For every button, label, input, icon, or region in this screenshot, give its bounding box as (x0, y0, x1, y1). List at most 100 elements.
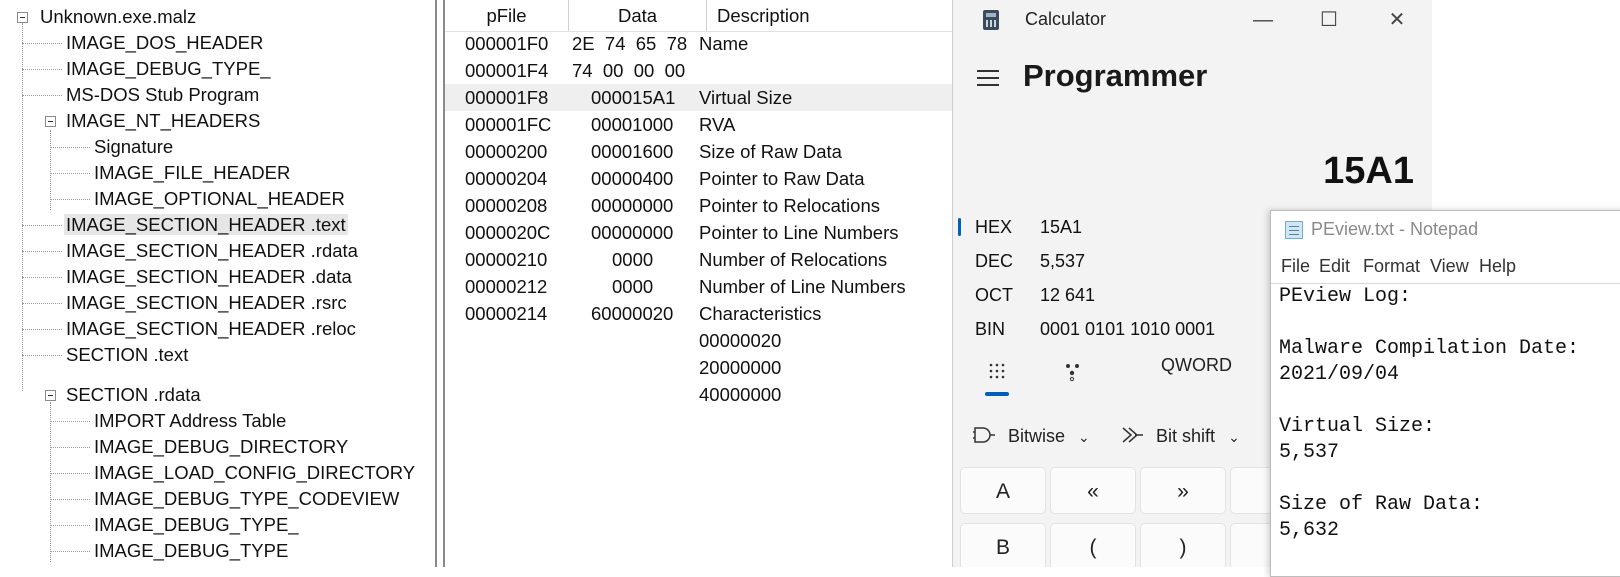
tree-guide (22, 225, 62, 226)
key-open-paren[interactable]: ( (1050, 523, 1136, 567)
pe-tree-panel[interactable]: Unknown.exe.malz IMAGE_DOS_HEADER IMAGE_… (0, 0, 437, 567)
tree-item[interactable]: IMAGE_OPTIONAL_HEADER (92, 186, 347, 212)
notepad-titlebar[interactable]: PEview.txt - Notepad (1271, 211, 1620, 249)
tree-item-label: IMAGE_SECTION_HEADER .text (64, 214, 348, 235)
column-header-description[interactable]: Description (707, 0, 953, 32)
text-line: 5,537 (1279, 441, 1340, 464)
tree-item[interactable]: IMAGE_DOS_HEADER (64, 30, 265, 56)
table-row[interactable]: 00000200 00001600 Size of Raw Data (445, 138, 953, 165)
tree-item[interactable]: SECTION .text (64, 342, 190, 368)
radix-value: 12 641 (1040, 285, 1096, 305)
menu-file[interactable]: File (1281, 251, 1310, 281)
table-row[interactable]: 000001FC 00001000 RVA (445, 111, 953, 138)
tree-item[interactable]: IMAGE_SECTION_HEADER .rsrc (64, 290, 349, 316)
text-line: 2021/09/04 (1279, 363, 1400, 386)
radix-name: OCT (975, 285, 1013, 305)
tree-item[interactable]: IMAGE_FILE_HEADER (92, 160, 292, 186)
tree-item[interactable]: IMAGE_SECTION_HEADER .rdata (64, 238, 360, 264)
key-shift-right[interactable]: » (1140, 467, 1226, 514)
table-row[interactable]: 00000208 00000000 Pointer to Relocations (445, 192, 953, 219)
maximize-button[interactable]: ☐ (1311, 6, 1347, 34)
tree-item[interactable]: IMAGE_LOAD_CONFIG_DIRECTORY (92, 460, 417, 486)
notepad-text-area[interactable]: PEview Log: Malware Compilation Date: 20… (1271, 284, 1620, 576)
collapse-toggle-rdata[interactable] (45, 390, 56, 401)
tree-item-label: IMAGE_SECTION_HEADER .rsrc (66, 292, 347, 313)
pe-detail-panel[interactable]: pFile Data Description 000001F0 2E 74 65… (443, 0, 953, 567)
table-row-selected[interactable]: 000001F8 000015A1 Virtual Size (445, 84, 953, 111)
radix-name: BIN (975, 319, 1006, 339)
tree-item[interactable]: IMAGE_SECTION_HEADER .reloc (64, 316, 358, 342)
bit-toggling-keypad-tab-icon[interactable] (1064, 362, 1082, 387)
table-row[interactable]: 00000214 60000020 Characteristics (445, 300, 953, 327)
full-keypad-tab-icon[interactable] (988, 362, 1006, 387)
tree-item[interactable]: IMAGE_DEBUG_TYPE_CODEVIEW (92, 486, 401, 512)
tree-item[interactable]: IMAGE_NT_HEADERS (64, 108, 262, 134)
pfile-cell: 00000214 (465, 303, 548, 324)
tree-item[interactable]: IMAGE_DEBUG_TYPE_ (64, 56, 273, 82)
bitwise-dropdown[interactable]: Bitwise ⌄ (973, 426, 1090, 449)
radix-value: 15A1 (1040, 217, 1083, 237)
mode-title: Programmer (1023, 58, 1208, 93)
data-cell: 000015A1 (591, 87, 676, 108)
key-close-paren[interactable]: ) (1140, 523, 1226, 567)
tree-item[interactable]: IMAGE_DEBUG_DIRECTORY (92, 434, 350, 460)
tree-item-label: MS-DOS Stub Program (66, 84, 260, 105)
tree-item[interactable]: Signature (92, 134, 175, 160)
radix-row-bin[interactable]: BIN 0001 0101 1010 0001 (953, 312, 1283, 346)
tree-item[interactable]: IMAGE_DEBUG_TYPE (92, 538, 290, 564)
bitwise-label: Bitwise (1008, 426, 1066, 447)
description-cell: Number of Relocations (699, 249, 888, 270)
table-row[interactable]: 0000020C 00000000 Pointer to Line Number… (445, 219, 953, 246)
table-row[interactable]: 00000204 00000400 Pointer to Raw Data (445, 165, 953, 192)
notepad-window[interactable]: PEview.txt - Notepad File Edit Format Vi… (1270, 210, 1620, 577)
key-shift-left[interactable]: « (1050, 467, 1136, 514)
column-header-pfile[interactable]: pFile (445, 0, 569, 32)
tree-item-selected[interactable]: IMAGE_SECTION_HEADER .text (64, 212, 348, 238)
table-row[interactable]: 00000210 0000 Number of Relocations (445, 246, 953, 273)
tree-root[interactable]: Unknown.exe.malz (38, 4, 198, 30)
bit-shift-label: Bit shift (1156, 426, 1216, 447)
tree-item-label: IMAGE_DOS_HEADER (66, 32, 264, 53)
menu-edit[interactable]: Edit (1319, 251, 1350, 281)
radix-name: DEC (975, 251, 1014, 271)
pfile-cell: 00000208 (465, 195, 548, 216)
tree-item-label: IMAGE_DEBUG_TYPE_ (66, 58, 271, 79)
collapse-toggle-root[interactable] (17, 12, 28, 23)
data-cell: 0000 (612, 276, 654, 297)
word-size-button[interactable]: QWORD (1161, 355, 1232, 376)
tree-guide (50, 402, 51, 562)
column-header-data[interactable]: Data (569, 0, 707, 32)
radix-row-dec[interactable]: DEC 5,537 (953, 244, 1283, 278)
table-row[interactable]: 000001F0 2E 74 65 78 Name (445, 30, 953, 57)
tree-item[interactable]: IMPORT Address Table (92, 408, 288, 434)
key-b[interactable]: B (960, 523, 1046, 567)
description-cell: Pointer to Relocations (699, 195, 880, 216)
data-cell: 00001000 (591, 114, 674, 135)
menu-help[interactable]: Help (1479, 251, 1516, 281)
bit-shift-icon (1121, 426, 1143, 449)
minimize-button[interactable]: — (1245, 6, 1281, 34)
radix-row-hex[interactable]: HEX 15A1 (953, 210, 1283, 244)
table-row[interactable]: 40000000 (445, 381, 953, 408)
close-button[interactable]: ✕ (1379, 6, 1415, 34)
menu-format[interactable]: Format (1363, 251, 1420, 281)
bit-shift-dropdown[interactable]: Bit shift ⌄ (1121, 426, 1240, 449)
hamburger-menu-icon[interactable] (977, 70, 999, 86)
tree-item[interactable]: IMAGE_SECTION_HEADER .data (64, 264, 354, 290)
key-a[interactable]: A (960, 467, 1046, 514)
tree-item[interactable]: SECTION .rdata (64, 382, 203, 408)
table-row[interactable]: 000001F4 74 00 00 00 (445, 57, 953, 84)
pfile-cell: 00000212 (465, 276, 548, 297)
menu-view[interactable]: View (1430, 251, 1469, 281)
tree-item[interactable]: MS-DOS Stub Program (64, 82, 261, 108)
tree-item-label: IMAGE_NT_HEADERS (66, 110, 261, 131)
radix-row-oct[interactable]: OCT 12 641 (953, 278, 1283, 312)
data-cell: 00000400 (591, 168, 674, 189)
table-row[interactable]: 20000000 (445, 354, 953, 381)
table-row[interactable]: 00000020 (445, 327, 953, 354)
collapse-toggle-nt-headers[interactable] (45, 116, 56, 127)
tree-item-label: Signature (94, 136, 174, 157)
tree-item[interactable]: IMAGE_DEBUG_TYPE_ (92, 512, 301, 538)
description-cell: Size of Raw Data (699, 141, 842, 162)
table-row[interactable]: 00000212 0000 Number of Line Numbers (445, 273, 953, 300)
